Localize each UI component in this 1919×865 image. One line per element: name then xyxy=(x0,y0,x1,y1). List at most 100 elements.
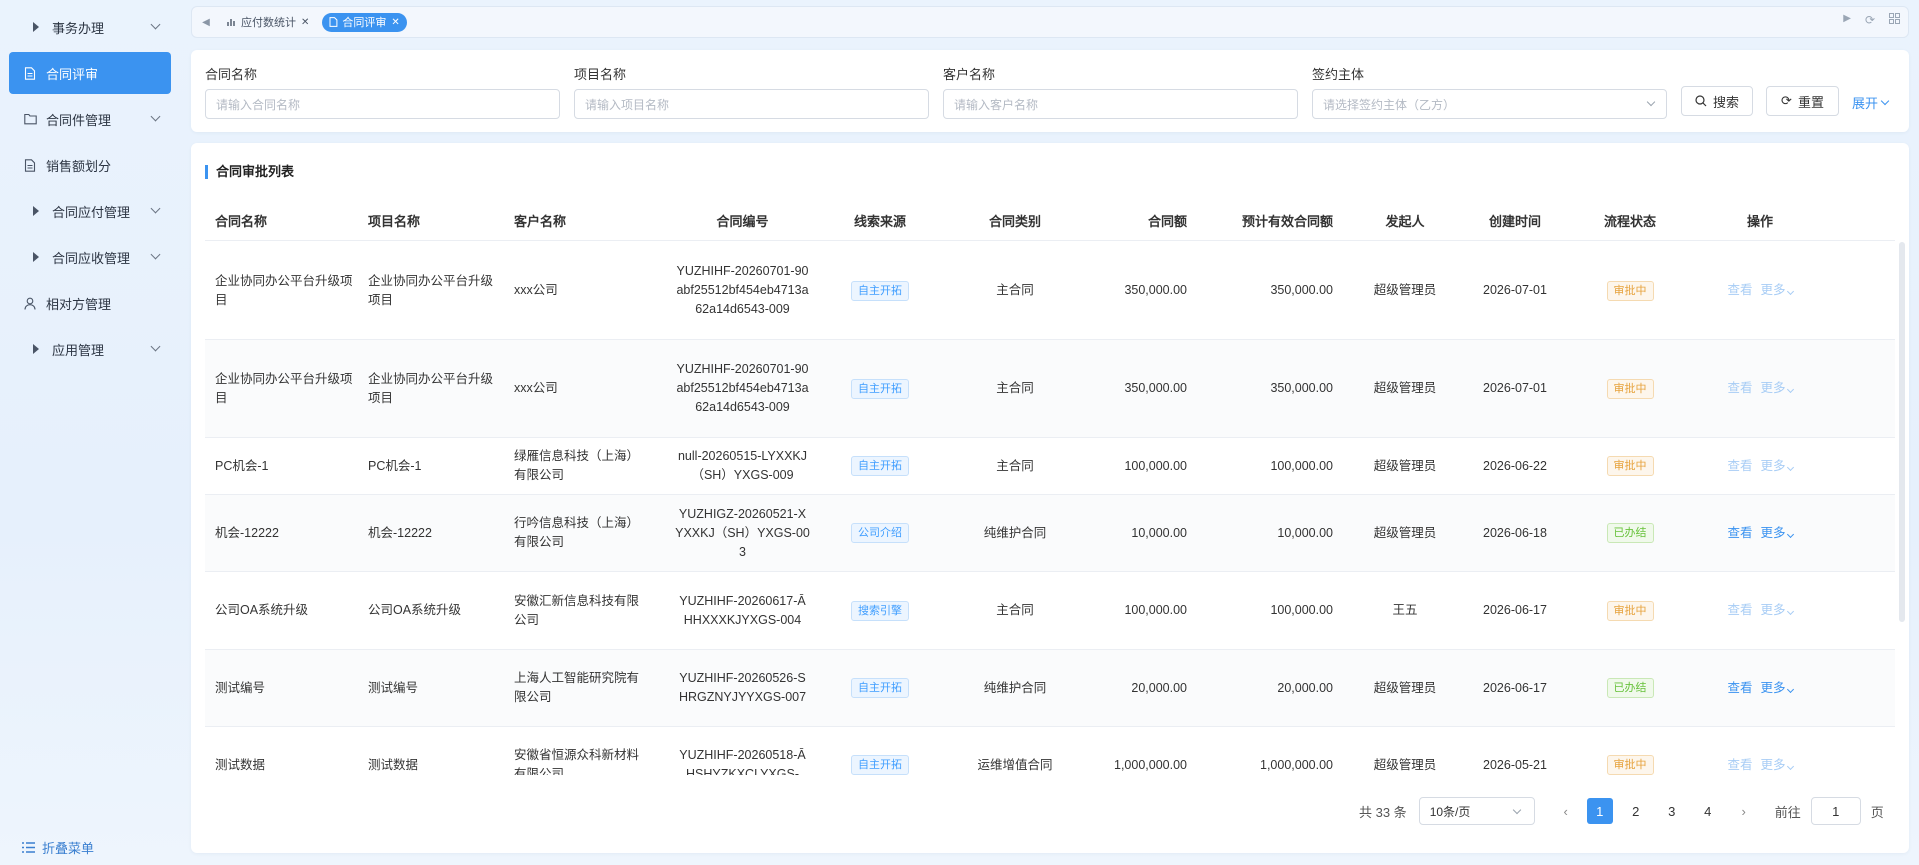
cell-text: 2026-06-17 xyxy=(1483,603,1547,617)
cell-created: 2026-07-01 xyxy=(1460,340,1570,437)
cell-created: 2026-06-18 xyxy=(1460,495,1570,571)
more-dropdown[interactable]: 更多 xyxy=(1761,281,1794,300)
more-dropdown[interactable]: 更多 xyxy=(1760,601,1794,620)
view-link[interactable]: 查看 xyxy=(1727,524,1752,543)
cell-project-name: PC机会-1 xyxy=(368,438,498,494)
table-row: 测试数据 测试数据 安徽省恒源众科新材料有限公司 YUZHIHF-20260518-Ā… xyxy=(205,727,1895,775)
sidebar-item-payables[interactable]: 合同应付管理 xyxy=(9,190,171,232)
status-badge: 审批中 xyxy=(1606,378,1654,399)
table-row: 企业协同办公平台升级项目 企业协同办公平台升级项目 xxx公司 YUZHIHF-202… xyxy=(205,242,1895,340)
cell-text: YUZHIGZ-20260521-XYXXKJ（SH）YXGS-003 xyxy=(675,506,810,559)
sidebar-item-contract-files[interactable]: 合同件管理 xyxy=(9,98,171,140)
cell-initiator: 超级管理员 xyxy=(1355,495,1455,571)
cell-text: 100,000.00 xyxy=(1124,603,1187,617)
cell-text: 测试数据 xyxy=(368,757,419,772)
triangle-right-icon xyxy=(33,252,39,262)
scrollbar-thumb[interactable] xyxy=(1899,242,1905,622)
tab-scroll-left-button[interactable]: ◀ xyxy=(192,7,220,37)
cell-text: 主合同 xyxy=(996,603,1034,617)
cell-text: 20,000.00 xyxy=(1277,680,1333,695)
cell-text: 行吟信息科技（上海）有限公司 xyxy=(514,516,640,549)
chevron-down-icon xyxy=(150,249,161,260)
cell-text: 超级管理员 xyxy=(1373,458,1437,473)
next-page-button[interactable]: › xyxy=(1731,798,1757,824)
grid-icon[interactable] xyxy=(1889,13,1900,27)
cell-contract-no: YUZHIHF-20260701-90abf25512bf454eb4713a6… xyxy=(675,340,810,437)
column-header: 创建时间 xyxy=(1488,214,1541,229)
sidebar-item-counterparty[interactable]: 相对方管理 xyxy=(9,282,171,324)
view-link[interactable]: 查看 xyxy=(1727,756,1752,775)
signing-party-select[interactable]: 请选择签约主体（乙方） xyxy=(1312,89,1667,119)
more-dropdown[interactable]: 更多 xyxy=(1761,379,1794,398)
cell-text: YUZHIHF-20260526-SHRGZNYJYYXGS-007 xyxy=(678,671,807,704)
page-4[interactable]: 4 xyxy=(1695,798,1721,824)
more-dropdown[interactable]: 更多 xyxy=(1760,679,1794,698)
cell-contract-name: PC机会-1 xyxy=(215,438,355,494)
customer-name-input[interactable]: 请输入客户名称 xyxy=(943,89,1298,119)
cell-text: YUZHIHF-20260518-ĀHSHYZKXCLYXGS- xyxy=(679,748,806,775)
sidebar-item-apps[interactable]: 应用管理 xyxy=(9,328,171,370)
column-header: 合同名称 xyxy=(215,214,268,229)
page-size-select[interactable]: 10条/页 xyxy=(1418,797,1535,825)
search-button[interactable]: 搜索 xyxy=(1681,86,1753,116)
more-label: 更多 xyxy=(1760,603,1786,617)
cell-customer: 安徽汇新信息科技有限公司 xyxy=(514,572,639,649)
close-icon[interactable]: ✕ xyxy=(301,17,309,28)
cell-text: YUZHIHF-20260617-ĀHHXXXKJYXGS-004 xyxy=(679,593,806,627)
cell-text: 1,000,000.00 xyxy=(1260,757,1333,772)
collapse-menu-button[interactable]: 折叠菜单 xyxy=(22,838,94,857)
view-link[interactable]: 查看 xyxy=(1727,281,1752,300)
cell-text: YUZHIHF-20260701-90abf25512bf454eb4713a6… xyxy=(676,362,809,414)
cell-text: YUZHIHF-20260701-90abf25512bf454eb4713a6… xyxy=(676,264,809,316)
cell-actions: 查看 更多 xyxy=(1705,242,1815,339)
filter-signing-party: 签约主体 请选择签约主体（乙方） xyxy=(1312,64,1667,119)
sidebar-item-contract-review[interactable]: 合同评审 xyxy=(9,52,171,94)
prev-page-button[interactable]: ‹ xyxy=(1553,798,1579,824)
project-name-input[interactable]: 请输入项目名称 xyxy=(574,89,929,119)
cell-text: 350,000.00 xyxy=(1124,283,1187,297)
refresh-icon[interactable]: ⟳ xyxy=(1865,13,1875,27)
sidebar-item-affairs[interactable]: 事务办理 xyxy=(9,6,171,48)
page-3[interactable]: 3 xyxy=(1659,798,1685,824)
cell-text: 主合同 xyxy=(996,458,1034,473)
tab-label: 合同评审 xyxy=(342,17,387,29)
page-size-value: 10条/页 xyxy=(1429,804,1471,819)
sidebar-item-receivables[interactable]: 合同应收管理 xyxy=(9,236,171,278)
filter-label: 合同名称 xyxy=(205,67,258,82)
more-dropdown[interactable]: 更多 xyxy=(1761,524,1794,543)
goto-page-input[interactable]: 1 xyxy=(1810,797,1861,825)
status-badge: 审批中 xyxy=(1606,280,1654,301)
view-link[interactable]: 查看 xyxy=(1727,679,1752,698)
sidebar-item-label: 合同件管理 xyxy=(46,112,112,128)
page-1[interactable]: 1 xyxy=(1586,798,1613,824)
cell-amount: 100,000.00 xyxy=(1105,572,1187,649)
cell-initiator: 王五 xyxy=(1355,572,1455,649)
column-header: 流程状态 xyxy=(1603,214,1656,229)
page-2[interactable]: 2 xyxy=(1623,798,1649,824)
document-icon xyxy=(23,66,37,80)
more-dropdown[interactable]: 更多 xyxy=(1761,756,1794,775)
folder-icon xyxy=(23,112,37,126)
close-icon[interactable]: ✕ xyxy=(391,17,399,28)
contract-name-input[interactable]: 请输入合同名称 xyxy=(205,89,560,119)
view-link[interactable]: 查看 xyxy=(1727,457,1752,476)
view-link[interactable]: 查看 xyxy=(1727,379,1752,398)
view-link[interactable]: 查看 xyxy=(1727,601,1752,620)
cell-category: 纯维护合同 xyxy=(945,495,1085,571)
source-tag: 自主开拓 xyxy=(851,280,909,301)
table-scrollbar[interactable] xyxy=(1899,242,1905,775)
cell-category: 主合同 xyxy=(945,438,1085,494)
more-label: 更多 xyxy=(1760,680,1786,695)
sidebar-item-sales-split[interactable]: 销售额划分 xyxy=(9,144,171,186)
cell-customer: xxx公司 xyxy=(514,242,639,339)
reset-button[interactable]: ⟳ 重置 xyxy=(1766,86,1839,116)
more-dropdown[interactable]: 更多 xyxy=(1761,457,1794,476)
tab-contract-review[interactable]: 合同评审 ✕ xyxy=(322,12,407,32)
sidebar-item-label: 销售额划分 xyxy=(46,158,112,174)
cell-effective-amount: 350,000.00 xyxy=(1205,340,1333,437)
tab-bar-tools: ▶ ⟳ xyxy=(1843,13,1900,27)
tab-scroll-right-button[interactable]: ▶ xyxy=(1843,13,1851,27)
expand-filters-link[interactable]: 展开 xyxy=(1852,93,1890,112)
tab-payables-stats[interactable]: 应付数统计 ✕ xyxy=(220,13,316,32)
cell-text: 超级管理员 xyxy=(1373,283,1437,297)
